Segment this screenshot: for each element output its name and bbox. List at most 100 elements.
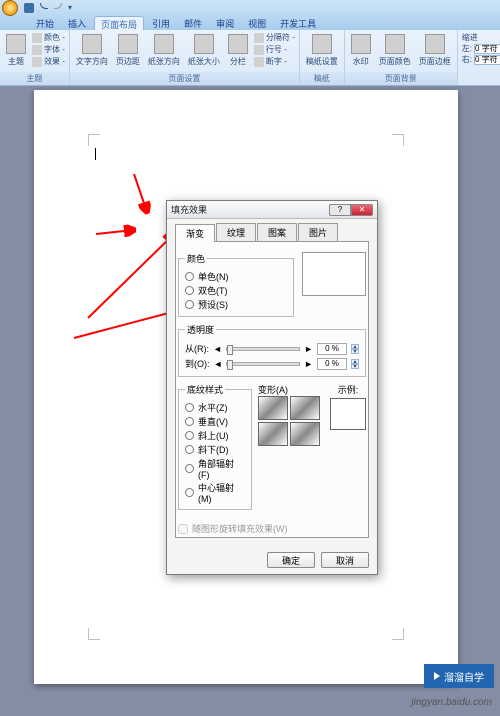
quick-access-toolbar: ▾	[0, 0, 500, 16]
group-page-setup: 文字方向 页边距 纸张方向 纸张大小 分栏 分隔符 - 行号 - 断字 - 页面…	[70, 30, 300, 85]
margins-button[interactable]: 页边距	[114, 32, 142, 69]
dialog-help-button[interactable]: ?	[329, 204, 351, 216]
radio-diag-up[interactable]: 斜上(U)	[185, 429, 245, 442]
variant-1[interactable]	[258, 396, 288, 420]
radio-one-color[interactable]: 单色(N)	[185, 270, 287, 283]
slider-from[interactable]	[226, 347, 300, 351]
document-area: 填充效果 ? ✕ 渐变 纹理 图案 图片 颜色 单色(N)	[0, 86, 500, 716]
variant-2[interactable]	[290, 396, 320, 420]
group-label-background: 页面背景	[345, 72, 457, 85]
dialog-titlebar[interactable]: 填充效果 ? ✕	[167, 201, 377, 219]
group-theme: 主题 颜色 - 字体 - 效果 - 主题	[0, 30, 70, 85]
radio-vertical[interactable]: 垂直(V)	[185, 415, 245, 428]
radio-preset[interactable]: 预设(S)	[185, 298, 287, 311]
spinner-buttons[interactable]: ▴▾	[351, 344, 359, 354]
style-legend: 底纹样式	[185, 383, 225, 396]
dialog-title-text: 填充效果	[171, 203, 207, 216]
variant-label: 变形(A)	[258, 383, 320, 396]
radio-corner[interactable]: 角部辐射(F)	[185, 457, 245, 480]
save-icon[interactable]	[24, 3, 34, 13]
tab-reference[interactable]: 引用	[146, 16, 176, 30]
palette-icon	[32, 33, 42, 43]
tab-mail[interactable]: 邮件	[178, 16, 208, 30]
cancel-button[interactable]: 取消	[321, 552, 369, 568]
group-label-page-setup: 页面设置	[70, 72, 299, 85]
radio-two-color[interactable]: 双色(T)	[185, 284, 287, 297]
spinner-buttons[interactable]: ▴▾	[351, 359, 359, 369]
page-color-icon	[385, 34, 405, 54]
tab-dev[interactable]: 开发工具	[274, 16, 322, 30]
variant-3[interactable]	[258, 422, 288, 446]
undo-icon[interactable]	[40, 3, 48, 9]
hyphenation-button[interactable]: 断字 -	[254, 56, 295, 67]
rotate-checkbox[interactable]: 随图形旋转填充效果(W)	[178, 522, 366, 535]
indent-left-input[interactable]	[474, 44, 500, 54]
radio-center[interactable]: 中心辐射(M)	[185, 481, 245, 504]
color-preview	[302, 252, 366, 296]
text-direction-button[interactable]: 文字方向	[74, 32, 110, 69]
transparency-to[interactable]: 到(O):◄ ► ▴▾	[185, 357, 359, 370]
footer-source: jingyan.baidu.com	[411, 697, 492, 708]
breaks-button[interactable]: 分隔符 -	[254, 32, 295, 43]
page-border-icon	[425, 34, 445, 54]
watermark-button[interactable]: 水印	[349, 32, 373, 69]
paper-icon	[312, 34, 332, 54]
indent-label: 缩进	[462, 32, 500, 43]
theme-icon	[6, 34, 26, 54]
from-value[interactable]	[317, 343, 347, 355]
slider-thumb[interactable]	[227, 360, 233, 370]
breaks-icon	[254, 33, 264, 43]
redo-icon[interactable]	[54, 3, 62, 9]
tab-review[interactable]: 审阅	[210, 16, 240, 30]
dialog-tabs: 渐变 纹理 图案 图片	[175, 223, 369, 242]
orientation-icon	[154, 34, 174, 54]
group-page-background: 水印 页面颜色 页面边框 页面背景	[345, 30, 458, 85]
text-direction-icon	[82, 34, 102, 54]
group-label-paper: 稿纸	[300, 72, 344, 85]
dialog-close-button[interactable]: ✕	[351, 204, 373, 216]
to-value[interactable]	[317, 358, 347, 370]
columns-button[interactable]: 分栏	[226, 32, 250, 69]
color-fieldset: 颜色 单色(N) 双色(T) 预设(S)	[178, 252, 294, 317]
line-number-button[interactable]: 行号 -	[254, 44, 295, 55]
orientation-button[interactable]: 纸张方向	[146, 32, 182, 69]
indent-right[interactable]: 右:▴▾	[462, 54, 500, 65]
page-color-button[interactable]: 页面颜色	[377, 32, 413, 69]
tab-view[interactable]: 视图	[242, 16, 272, 30]
size-button[interactable]: 纸张大小	[186, 32, 222, 69]
ok-button[interactable]: 确定	[267, 552, 315, 568]
tab-start[interactable]: 开始	[30, 16, 60, 30]
line-number-icon	[254, 45, 264, 55]
tab-picture[interactable]: 图片	[298, 223, 338, 241]
radio-horizontal[interactable]: 水平(Z)	[185, 401, 245, 414]
slider-thumb[interactable]	[227, 345, 233, 355]
sample-label: 示例:	[330, 383, 366, 396]
watermark-icon	[351, 34, 371, 54]
theme-font-button[interactable]: 字体 -	[32, 44, 65, 55]
tab-page-layout[interactable]: 页面布局	[94, 16, 144, 30]
transparency-from[interactable]: 从(R):◄ ► ▴▾	[185, 342, 359, 355]
document-page[interactable]: 填充效果 ? ✕ 渐变 纹理 图案 图片 颜色 单色(N)	[34, 90, 458, 684]
radio-diag-down[interactable]: 斜下(D)	[185, 443, 245, 456]
paper-settings-button[interactable]: 稿纸设置	[304, 32, 340, 69]
theme-button[interactable]: 主题	[4, 32, 28, 69]
theme-color-button[interactable]: 颜色 -	[32, 32, 65, 43]
tab-texture[interactable]: 纹理	[216, 223, 256, 241]
indent-right-input[interactable]	[474, 55, 500, 65]
office-button[interactable]	[2, 0, 18, 16]
page-border-button[interactable]: 页面边框	[417, 32, 453, 69]
ribbon: 主题 颜色 - 字体 - 效果 - 主题 文字方向 页边距 纸张方向 纸张大小 …	[0, 30, 500, 86]
theme-effect-button[interactable]: 效果 -	[32, 56, 65, 67]
group-label-theme: 主题	[0, 72, 69, 85]
effect-icon	[32, 57, 42, 67]
variant-4[interactable]	[290, 422, 320, 446]
tab-insert[interactable]: 插入	[62, 16, 92, 30]
size-icon	[194, 34, 214, 54]
tab-gradient[interactable]: 渐变	[175, 224, 215, 242]
variant-grid	[258, 396, 320, 446]
tab-pattern[interactable]: 图案	[257, 223, 297, 241]
play-icon	[434, 672, 440, 680]
qat-dropdown-icon[interactable]: ▾	[68, 3, 78, 13]
slider-to[interactable]	[226, 362, 300, 366]
indent-left[interactable]: 左:▴▾	[462, 43, 500, 54]
